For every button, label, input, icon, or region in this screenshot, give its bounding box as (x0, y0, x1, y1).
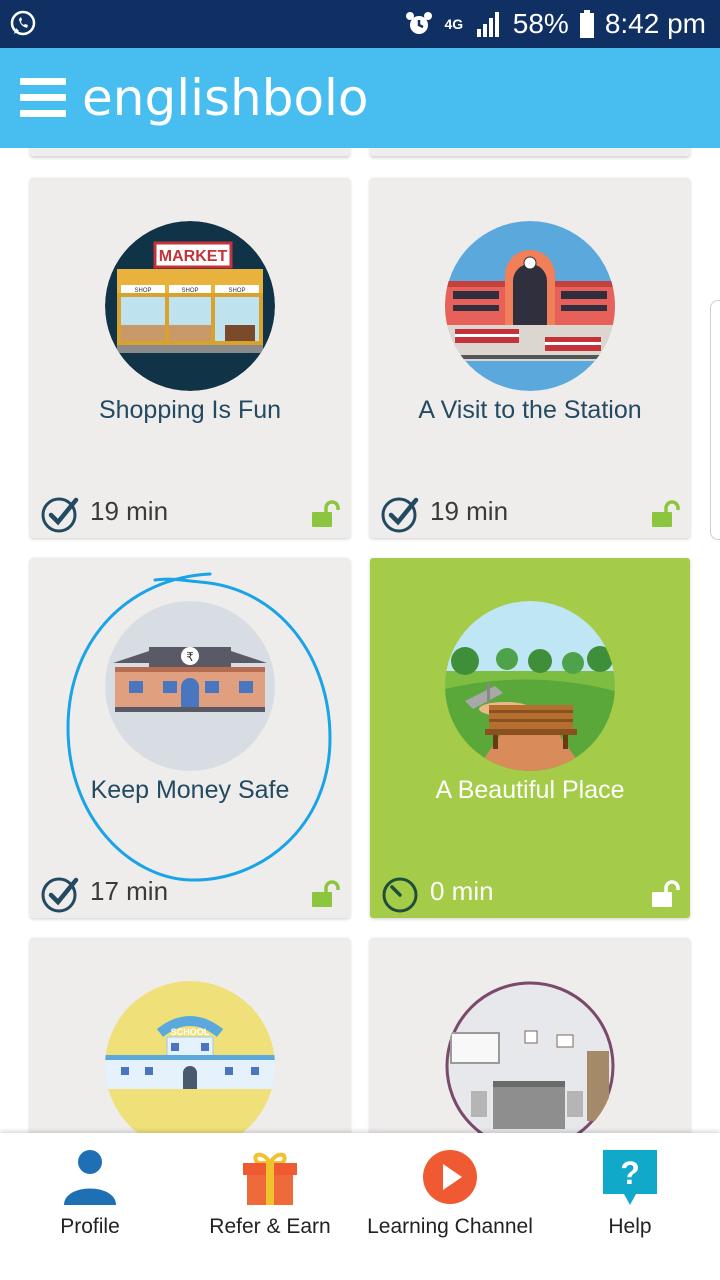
park-illustration (445, 601, 615, 771)
station-illustration (445, 221, 615, 391)
nav-help[interactable]: ? Help (540, 1133, 720, 1280)
unlocked-icon (652, 500, 680, 527)
hamburger-menu-icon[interactable] (20, 78, 66, 118)
lesson-duration: 0 min (430, 876, 494, 906)
lesson-duration: 19 min (90, 496, 169, 526)
gift-icon (243, 1152, 297, 1205)
nav-label: Learning Channel (367, 1215, 533, 1238)
brand-logo: englishbolo (82, 69, 369, 127)
nav-profile[interactable]: Profile (0, 1133, 180, 1280)
clock: 8:42 pm (604, 8, 706, 39)
lesson-grid[interactable]: MARKET SHOP SHOP SHOP Shopping Is Fun 19… (0, 148, 720, 1133)
lesson-title: Keep Money Safe (90, 776, 290, 804)
battery-icon (579, 10, 594, 38)
svg-text:?: ? (620, 1155, 640, 1191)
network-type: 4G (444, 16, 464, 32)
completed-check-icon (41, 877, 79, 913)
svg-text:₹: ₹ (186, 650, 194, 664)
nav-refer-earn[interactable]: Refer & Earn (180, 1133, 360, 1280)
battery-percent: 58% (512, 8, 569, 39)
completed-check-icon (381, 497, 419, 533)
lesson-duration: 17 min (90, 876, 169, 906)
status-bar: 4G 58% 8:42 pm (0, 0, 720, 48)
nav-label: Profile (60, 1215, 120, 1238)
lesson-card-partial[interactable] (370, 148, 690, 156)
alarm-icon (405, 12, 432, 34)
nav-label: Refer & Earn (209, 1215, 331, 1238)
signal-icon (476, 12, 499, 37)
help-icon: ? (603, 1150, 657, 1205)
person-icon (64, 1150, 116, 1205)
lesson-card-active[interactable]: A Beautiful Place 0 min (370, 558, 690, 918)
nav-label: Help (608, 1215, 652, 1238)
scroll-indicator[interactable] (710, 300, 720, 540)
play-icon (423, 1150, 477, 1204)
whatsapp-icon (10, 10, 36, 36)
bottom-navigation: Profile Refer & Earn Learning Channel ? … (0, 1133, 720, 1280)
timer-icon (382, 877, 418, 913)
svg-text:SHOP: SHOP (181, 288, 198, 294)
lesson-card[interactable]: ₹ Keep Money Safe 17 min (30, 558, 350, 918)
lesson-card[interactable] (370, 938, 690, 1133)
lesson-card[interactable]: MARKET SHOP SHOP SHOP Shopping Is Fun 19… (30, 178, 350, 538)
lesson-card-partial[interactable] (30, 148, 350, 156)
market-illustration: MARKET SHOP SHOP SHOP (105, 221, 275, 391)
bank-illustration: ₹ (105, 601, 275, 771)
svg-text:SHOP: SHOP (134, 288, 151, 294)
lesson-card[interactable]: A Visit to the Station 19 min (370, 178, 690, 538)
unlocked-icon (652, 880, 680, 907)
svg-text:SCHOOL: SCHOOL (171, 1027, 210, 1037)
svg-text:MARKET: MARKET (159, 248, 228, 265)
completed-check-icon (41, 497, 79, 533)
unlocked-icon (312, 880, 340, 907)
nav-learning-channel[interactable]: Learning Channel (360, 1133, 540, 1280)
svg-text:SHOP: SHOP (228, 288, 245, 294)
school-illustration: SCHOOL (105, 981, 275, 1133)
lesson-title: Shopping Is Fun (98, 396, 282, 424)
app-bar: englishbolo (0, 48, 720, 148)
lesson-card[interactable]: SCHOOL (30, 938, 350, 1133)
lesson-title: A Visit to the Station (418, 396, 642, 424)
office-illustration (445, 981, 615, 1133)
lesson-title: A Beautiful Place (435, 776, 625, 804)
lesson-duration: 19 min (430, 496, 509, 526)
unlocked-icon (312, 500, 340, 527)
